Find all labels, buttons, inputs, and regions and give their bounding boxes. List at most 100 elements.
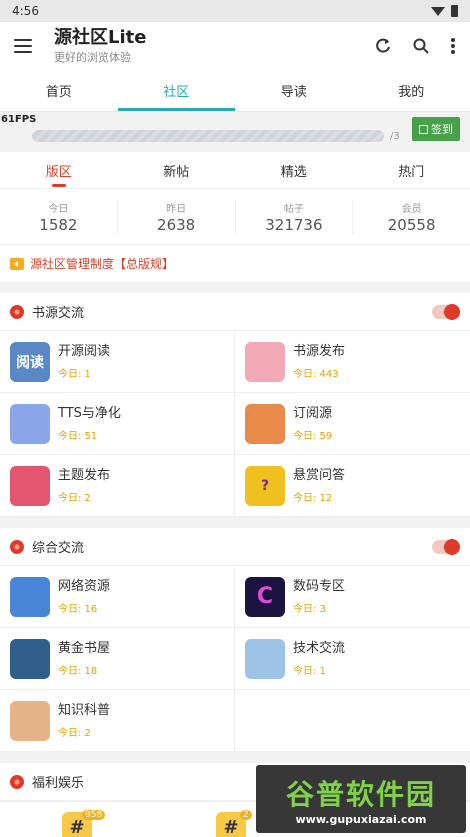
forum-today: 今日: 18 — [58, 666, 98, 677]
moon-icon: C — [245, 576, 285, 617]
watermark-url: www.gupuxiazai.com — [295, 812, 427, 826]
forum-name: 数码专区 — [293, 579, 346, 594]
forum-name: 黄金书屋 — [58, 641, 111, 656]
forum-today: 今日: 12 — [293, 493, 333, 504]
section-title: 书源交流 — [32, 306, 85, 321]
flower-icon — [10, 304, 24, 319]
fps-counter: 61FPS — [1, 114, 37, 125]
appbar-actions — [374, 37, 456, 55]
tab-home[interactable]: 首页 — [0, 70, 118, 111]
subtab-boards[interactable]: 版区 — [0, 152, 118, 188]
book-icon: 阅读 — [10, 341, 50, 382]
reading-icon — [10, 638, 50, 679]
sub-tabs: 版区 新帖 精选 热门 — [0, 152, 470, 188]
palette-icon — [10, 465, 50, 506]
forum-item[interactable]: 书源发布今日: 443 — [235, 331, 470, 393]
notice-text[interactable]: 源社区管理制度【总版规】 — [30, 255, 174, 272]
collapse-toggle[interactable] — [432, 538, 460, 555]
section-title: 综合交流 — [32, 541, 85, 556]
app-titles: 源社区Lite 更好的浏览体验 — [54, 27, 374, 65]
stats-row: 今日 1582 昨日 2638 帖子 321736 会员 20558 — [0, 188, 470, 244]
top-tabs: 首页 社区 导读 我的 — [0, 70, 470, 112]
refresh-icon[interactable] — [374, 37, 392, 55]
notice-bar[interactable]: 源社区管理制度【总版规】 — [0, 244, 470, 282]
status-icons — [431, 5, 458, 17]
section-book-sources: 书源交流 阅读 开源阅读 今日: 1 书源发布 今日: 443 TTS与净化 今日: … — [0, 293, 470, 517]
stat-today: 今日 1582 — [0, 199, 118, 234]
forum-item[interactable]: 网络资源今日: 16 — [0, 566, 235, 628]
app-title: 源社区Lite — [54, 27, 147, 48]
forum-name: TTS与净化 — [58, 406, 121, 421]
app-bar: 源社区Lite 更好的浏览体验 — [0, 22, 470, 70]
books-icon — [245, 403, 285, 444]
tab-guide[interactable]: 导读 — [235, 70, 353, 111]
forum-today: 今日: 16 — [58, 604, 98, 615]
forum-today: 今日: 1 — [58, 369, 91, 380]
count-badge: 2 — [240, 810, 252, 820]
forum-name: 技术交流 — [293, 641, 346, 656]
bar-count: /3 — [390, 130, 400, 142]
search-icon[interactable] — [412, 37, 430, 55]
loading-bar — [32, 130, 384, 142]
stat-label: 今日 — [48, 203, 69, 215]
forum-grid: 阅读 开源阅读今日: 1 书源发布今日: 443 TTS与净化今日: 51 订阅… — [0, 331, 470, 517]
forum-item[interactable]: C 数码专区今日: 3 — [235, 566, 470, 628]
check-icon — [419, 124, 428, 134]
subtab-new[interactable]: 新帖 — [118, 152, 236, 188]
forum-item[interactable]: 订阅源今日: 59 — [235, 393, 470, 455]
stat-value: 20558 — [387, 215, 436, 234]
forum-item[interactable]: ? 悬赏问答 今日: 12 — [235, 455, 470, 517]
forum-item[interactable]: 阅读 开源阅读今日: 1 — [0, 331, 235, 393]
collapse-toggle[interactable] — [432, 303, 460, 320]
document-icon — [245, 638, 285, 679]
forum-today: 今日: 59 — [293, 431, 333, 442]
count-badge: 958 — [82, 810, 106, 820]
forum-today: 今日: 51 — [58, 431, 98, 442]
app-screen: 4:56 源社区Lite 更好的浏览体验 首页 社区 导读 我的 61FPS /… — [0, 0, 470, 837]
forum-empty — [235, 690, 470, 752]
forum-name: 网络资源 — [58, 579, 111, 594]
forum-name: 主题发布 — [58, 468, 111, 483]
stat-label: 昨日 — [166, 203, 187, 215]
app-subtitle: 更好的浏览体验 — [54, 51, 131, 64]
stat-value: 321736 — [265, 215, 323, 234]
flower-icon — [10, 774, 24, 789]
forum-item[interactable]: TTS与净化今日: 51 — [0, 393, 235, 455]
status-time: 4:56 — [12, 4, 39, 18]
forum-today: 今日: 2 — [58, 728, 91, 739]
forum-name: 书源发布 — [293, 344, 346, 359]
open-book-icon — [10, 700, 50, 741]
forum-today: 今日: 3 — [293, 604, 326, 615]
more-vert-icon[interactable] — [450, 37, 456, 55]
stat-value: 1582 — [39, 215, 78, 234]
forum-item[interactable]: 主题发布今日: 2 — [0, 455, 235, 517]
tab-community[interactable]: 社区 — [117, 70, 236, 111]
tab-mine[interactable]: 我的 — [353, 70, 470, 111]
forum-name: 知识科普 — [58, 703, 111, 718]
menu-icon[interactable] — [14, 39, 32, 53]
flower-icon — [10, 539, 24, 554]
forum-name: 开源阅读 — [58, 344, 111, 359]
section-header[interactable]: 书源交流 — [0, 293, 470, 331]
music-note-icon — [10, 403, 50, 444]
forum-item[interactable]: 知识科普今日: 2 — [0, 690, 235, 752]
forum-name: 订阅源 — [293, 406, 333, 421]
subtab-featured[interactable]: 精选 — [235, 152, 353, 188]
folder-icon — [10, 576, 50, 617]
question-icon: ? — [245, 465, 285, 506]
checkin-button[interactable]: 签到 — [412, 117, 460, 141]
forum-item[interactable]: 技术交流今日: 1 — [235, 628, 470, 690]
subtab-hot[interactable]: 热门 — [353, 152, 470, 188]
wifi-icon — [431, 6, 445, 16]
section-header[interactable]: 综合交流 — [0, 528, 470, 566]
forum-today: 今日: 2 — [58, 493, 91, 504]
forum-today: 今日: 443 — [293, 369, 339, 380]
forum-item[interactable]: 黄金书屋今日: 18 — [0, 628, 235, 690]
speaker-icon — [10, 257, 24, 270]
forum-today: 今日: 1 — [293, 666, 326, 677]
checkin-label: 签到 — [431, 123, 453, 136]
stat-members: 会员 20558 — [353, 200, 470, 234]
stat-value: 2638 — [157, 215, 196, 234]
status-bar: 4:56 — [0, 0, 470, 22]
battery-icon — [451, 5, 458, 17]
